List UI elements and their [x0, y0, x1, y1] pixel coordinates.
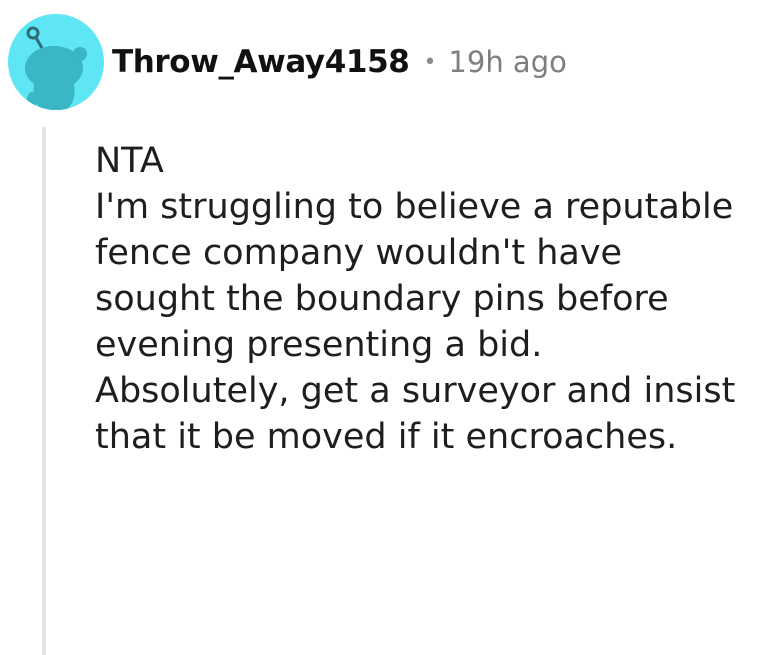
- thread-collapse-line[interactable]: [42, 127, 46, 655]
- timestamp[interactable]: 19h ago: [448, 45, 566, 79]
- username-link[interactable]: Throw_Away4158: [112, 44, 410, 80]
- snoo-avatar-graphic: [25, 26, 87, 110]
- comment-body: NTA I'm struggling to believe a reputabl…: [95, 138, 770, 460]
- separator-dot: •: [423, 49, 437, 75]
- comment-paragraph: I'm struggling to believe a reputable fe…: [95, 187, 734, 365]
- comment: Throw_Away4158 • 19h ago NTA I'm struggl…: [0, 0, 775, 655]
- comment-paragraph: NTA: [95, 141, 164, 181]
- comment-header: Throw_Away4158 • 19h ago: [8, 14, 567, 110]
- comment-paragraph: Absolutely, get a surveyor and insist th…: [95, 371, 736, 457]
- snoo-avatar-icon[interactable]: [8, 14, 104, 110]
